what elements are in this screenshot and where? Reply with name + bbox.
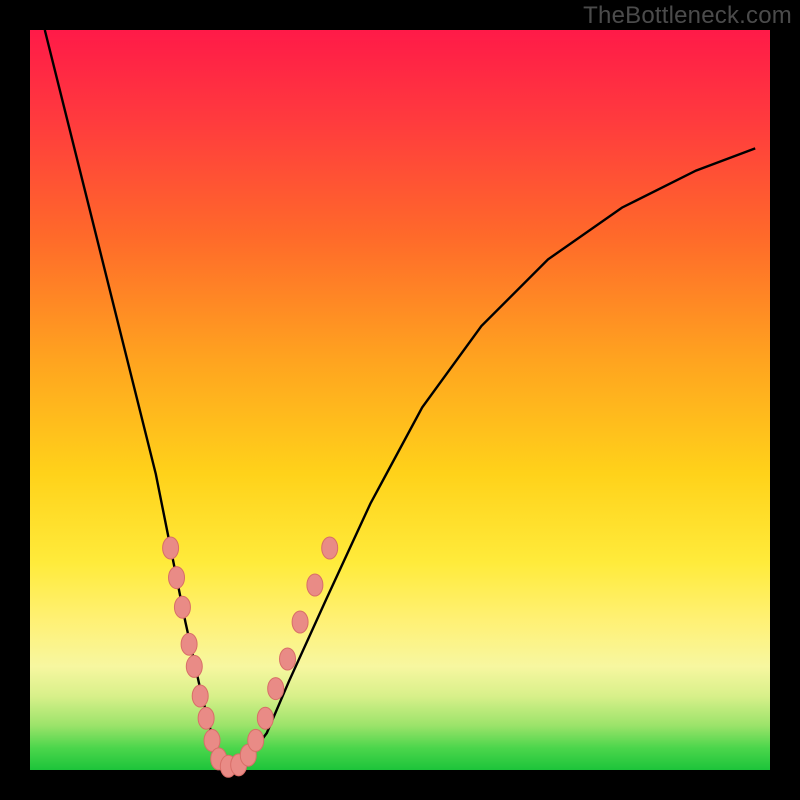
curve-marker (257, 707, 273, 729)
curve-marker (174, 596, 190, 618)
curve-marker (248, 729, 264, 751)
curve-marker (169, 567, 185, 589)
curve-marker (181, 633, 197, 655)
curve-marker (268, 678, 284, 700)
curve-marker (198, 707, 214, 729)
watermark-text: TheBottleneck.com (583, 2, 792, 30)
curve-marker (307, 574, 323, 596)
bottleneck-curve (45, 30, 755, 770)
curve-marker (322, 537, 338, 559)
curve-marker (163, 537, 179, 559)
curve-marker (292, 611, 308, 633)
curve-marker (186, 655, 202, 677)
curve-markers (163, 537, 338, 777)
plot-area (30, 30, 770, 770)
curve-marker (192, 685, 208, 707)
curve-marker (280, 648, 296, 670)
chart-frame: TheBottleneck.com (0, 0, 800, 800)
curve-svg (30, 30, 770, 770)
